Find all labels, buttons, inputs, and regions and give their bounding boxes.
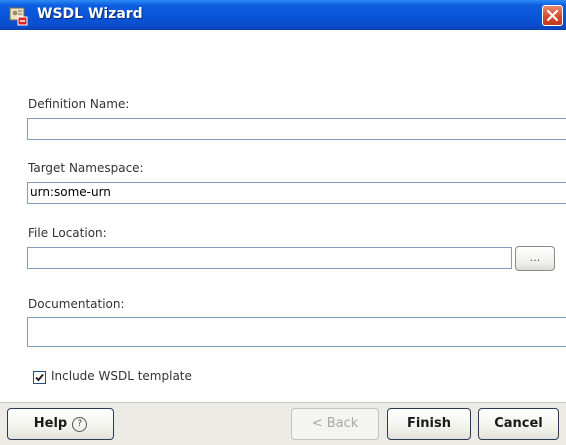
file-location-label: File Location: (28, 226, 107, 240)
browse-button[interactable]: ... (515, 246, 555, 271)
include-wsdl-template-label[interactable]: Include WSDL template (51, 369, 192, 383)
close-icon (546, 9, 559, 22)
window-title: WSDL Wizard (37, 6, 143, 22)
documentation-label: Documentation: (28, 297, 125, 311)
back-button[interactable]: < Back (291, 408, 379, 440)
title-bar[interactable]: WSDL Wizard (0, 0, 566, 30)
definition-name-label: Definition Name: (28, 97, 130, 111)
wsdl-wizard-app-icon (9, 6, 29, 26)
help-button-label: Help (33, 416, 68, 431)
help-button[interactable]: Help? (7, 408, 114, 440)
wizard-content: Definition Name: Target Namespace: urn:s… (0, 30, 566, 402)
footer-divider (0, 402, 566, 403)
checkmark-icon (35, 373, 44, 382)
definition-name-field[interactable] (27, 118, 566, 140)
target-namespace-label: Target Namespace: (28, 161, 144, 175)
cancel-button[interactable]: Cancel (478, 408, 559, 440)
finish-button[interactable]: Finish (387, 408, 471, 440)
wsdl-wizard-dialog: WSDL Wizard Definition Name: Target Name… (0, 0, 566, 445)
documentation-field[interactable] (27, 317, 566, 347)
help-icon: ? (72, 417, 88, 432)
target-namespace-field[interactable]: urn:some-urn (27, 182, 566, 204)
file-location-field[interactable] (27, 247, 512, 269)
close-button[interactable] (542, 5, 563, 26)
include-wsdl-template-checkbox[interactable] (33, 371, 46, 384)
